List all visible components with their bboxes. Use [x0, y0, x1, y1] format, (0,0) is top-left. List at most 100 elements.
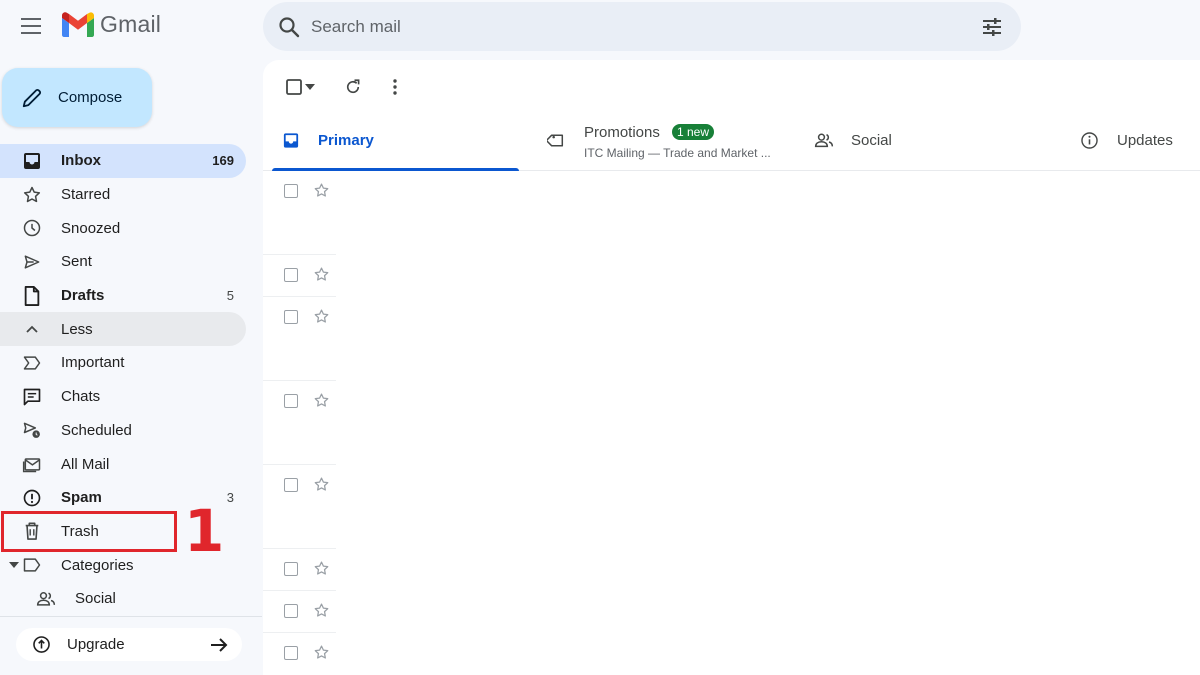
sidebar-item-less[interactable]: Less	[0, 312, 262, 347]
row-checkbox[interactable]	[284, 562, 298, 576]
chat-icon	[21, 386, 43, 408]
row-divider	[263, 296, 336, 297]
refresh-button[interactable]	[339, 73, 367, 101]
sidebar-item-all-mail[interactable]: All Mail	[0, 447, 262, 481]
sidebar-item-snoozed[interactable]: Snoozed	[0, 211, 262, 245]
sidebar-item-label: Scheduled	[61, 421, 132, 439]
sidebar-item-important[interactable]: Important	[0, 346, 262, 380]
important-icon	[21, 352, 43, 374]
caret-down-icon	[305, 84, 315, 90]
gmail-logo[interactable]: Gmail	[62, 11, 161, 38]
upgrade-label: Upgrade	[67, 636, 125, 653]
send-icon	[21, 251, 43, 273]
row-checkbox[interactable]	[284, 394, 298, 408]
sidebar-item-starred[interactable]: Starred	[0, 178, 262, 212]
tune-icon[interactable]	[980, 15, 1004, 39]
people-icon	[814, 131, 834, 154]
tab-social[interactable]: Social	[803, 115, 1053, 170]
sidebar-item-scheduled[interactable]: Scheduled	[0, 414, 262, 448]
people-icon	[35, 588, 57, 610]
inbox-icon	[283, 132, 299, 153]
logo-text: Gmail	[100, 11, 162, 37]
upgrade-button[interactable]: Upgrade	[16, 628, 242, 661]
tab-label: Promotions	[584, 124, 660, 141]
row-checkbox[interactable]	[284, 268, 298, 282]
new-badge: 1 new	[672, 124, 715, 140]
more-vert-icon	[393, 79, 397, 95]
tab-primary[interactable]: Primary	[263, 115, 519, 171]
draft-icon	[21, 285, 43, 307]
tag-icon	[545, 130, 567, 155]
row-divider	[263, 548, 336, 549]
sidebar-item-label: Chats	[61, 388, 101, 406]
sidebar-item-label: Drafts	[61, 287, 105, 305]
sidebar-item-label: Trash	[61, 522, 99, 540]
row-checkbox[interactable]	[284, 478, 298, 492]
tab-promotions[interactable]: Promotions 1 new ITC Mailing — Trade and…	[533, 115, 793, 170]
tab-label: Updates	[1117, 132, 1173, 149]
menu-icon	[21, 18, 41, 34]
star-icon	[21, 184, 43, 206]
compose-label: Compose	[58, 89, 123, 106]
row-checkbox[interactable]	[284, 646, 298, 660]
row-checkbox[interactable]	[284, 184, 298, 198]
star-icon[interactable]	[313, 308, 330, 325]
star-icon[interactable]	[313, 560, 330, 577]
pencil-icon	[22, 88, 42, 107]
compose-button[interactable]: Compose	[2, 68, 152, 127]
trash-icon	[21, 520, 43, 542]
sidebar-item-sent[interactable]: Sent	[0, 245, 262, 279]
gmail-m-icon	[62, 12, 94, 37]
tab-subtitle: ITC Mailing — Trade and Market ...	[584, 146, 771, 160]
search-icon[interactable]	[277, 15, 301, 39]
row-checkbox[interactable]	[284, 310, 298, 324]
sidebar-item-label: Categories	[61, 556, 134, 574]
star-icon[interactable]	[313, 476, 330, 493]
caret-down-icon[interactable]	[9, 562, 19, 569]
mail-toolbar	[263, 60, 1200, 112]
sidebar-item-count: 5	[226, 288, 234, 304]
sidebar-item-label: Important	[61, 354, 125, 372]
tab-updates[interactable]: Updates	[1068, 115, 1200, 170]
more-options-button[interactable]	[381, 73, 409, 101]
search-input[interactable]	[311, 2, 980, 51]
sidebar-item-label: All Mail	[61, 455, 110, 473]
scheduled-send-icon	[21, 419, 43, 441]
sidebar-divider	[0, 616, 262, 617]
sidebar-item-label: Inbox	[61, 152, 101, 170]
row-divider	[263, 464, 336, 465]
sidebar-item-chats[interactable]: Chats	[0, 380, 262, 414]
main-menu-button[interactable]	[14, 8, 50, 44]
mail-list-panel: Primary Promotions 1 new ITC Mailing — T…	[263, 60, 1200, 675]
annotation-number: 1	[184, 497, 225, 565]
sidebar-item-label: Less	[61, 320, 93, 338]
search-bar[interactable]	[263, 2, 1021, 51]
clock-icon	[21, 217, 43, 239]
star-icon[interactable]	[313, 602, 330, 619]
category-tabs: Primary Promotions 1 new ITC Mailing — T…	[263, 115, 1200, 171]
sidebar-item-label: Starred	[61, 186, 111, 204]
all-mail-icon	[21, 453, 43, 475]
sidebar-item-inbox[interactable]: Inbox 169	[0, 144, 262, 178]
row-divider	[263, 590, 336, 591]
sidebar-item-label: Social	[75, 590, 116, 608]
star-icon[interactable]	[313, 392, 330, 409]
sidebar-item-drafts[interactable]: Drafts 5	[0, 279, 262, 313]
chevron-up-icon	[21, 318, 43, 340]
row-divider	[263, 632, 336, 633]
select-dropdown-button[interactable]	[300, 73, 320, 101]
sidebar-item-label: Spam	[61, 489, 102, 507]
star-icon[interactable]	[313, 182, 330, 199]
row-divider	[263, 254, 336, 255]
active-tab-indicator	[272, 168, 519, 171]
star-icon[interactable]	[313, 266, 330, 283]
row-checkbox[interactable]	[284, 604, 298, 618]
sidebar-item-count: 3	[226, 490, 234, 506]
row-divider	[263, 380, 336, 381]
star-icon[interactable]	[313, 644, 330, 661]
sidebar-item-count: 169	[212, 153, 234, 169]
sidebar-item-label: Snoozed	[61, 219, 121, 237]
sidebar-item-social[interactable]: Social	[0, 582, 262, 616]
tab-label: Primary	[318, 132, 374, 149]
inbox-icon	[21, 150, 43, 172]
